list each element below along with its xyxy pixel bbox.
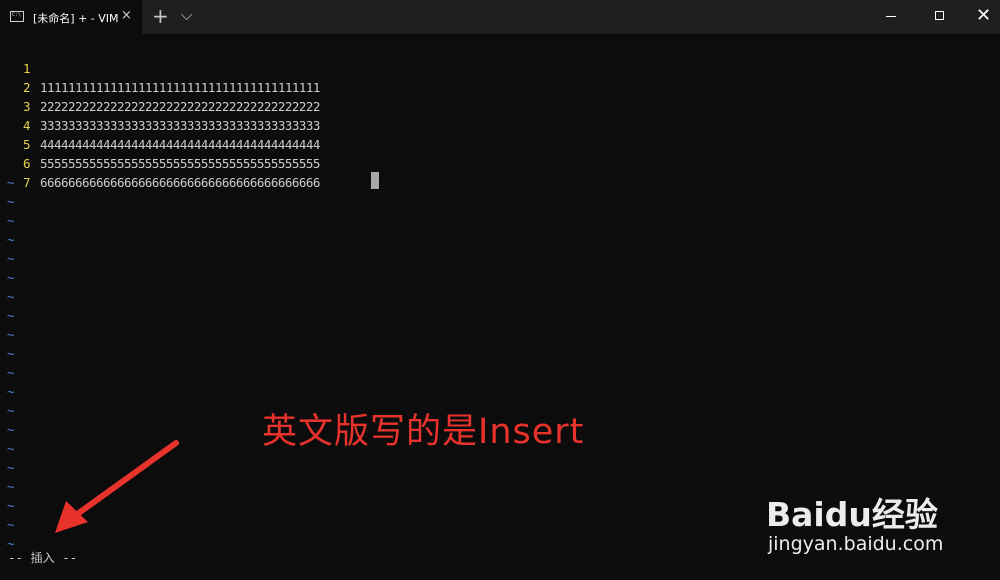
baidu-watermark-url: jingyan.baidu.com [768,533,944,555]
baidu-watermark-logo: Baidu经验 [766,495,938,534]
annotation-text: 英文版写的是Insert [262,412,585,452]
